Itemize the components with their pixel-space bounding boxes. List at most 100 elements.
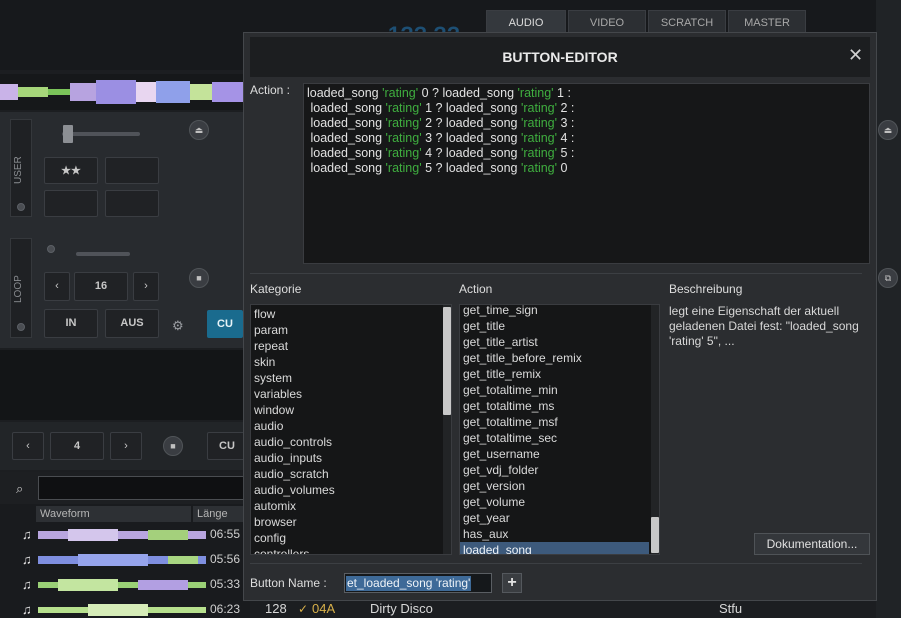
settings-gear-icon[interactable]: ⚙ [172,318,184,334]
string-literal: 'rating' [520,131,558,145]
pad-3[interactable] [44,190,98,217]
action-scrollbar-thumb[interactable] [651,517,659,553]
action-item[interactable]: get_totaltime_ms [460,398,649,414]
button-name-input[interactable]: et_loaded_song 'rating' [344,573,492,593]
track-row[interactable]: ♫ 05:56 [20,548,250,572]
mid-strip [0,350,250,420]
action-item[interactable]: get_version [460,478,649,494]
track-key: 04A [312,601,336,616]
code-token: 1 ? loaded_song [421,101,521,115]
code-token: 0 [557,161,568,175]
documentation-button[interactable]: Dokumentation... [754,533,870,555]
pitch-slider-knob[interactable] [63,125,73,143]
category-item[interactable]: flow [251,306,441,322]
category-item[interactable]: audio_inputs [251,450,441,466]
action-scrollbar[interactable] [651,305,659,554]
category-item[interactable]: system [251,370,441,386]
category-label: Kategorie [250,282,302,296]
action-item[interactable]: get_time_sign [460,305,649,318]
cue-button[interactable]: CU [207,310,243,338]
category-list[interactable]: flow param repeat skin system variables window… [250,304,452,555]
category-item[interactable]: window [251,402,441,418]
right-copy-icon[interactable]: ⧉ [878,268,898,288]
category-item[interactable]: automix [251,498,441,514]
search-input[interactable] [38,476,250,500]
action-item[interactable]: get_totaltime_sec [460,430,649,446]
category-item[interactable]: audio_volumes [251,482,441,498]
action-item[interactable]: has_aux [460,526,649,542]
action-script-editor[interactable]: loaded_song 'rating' 0 ? loaded_song 'ra… [303,83,870,264]
category-item[interactable]: audio [251,418,441,434]
track-row[interactable]: ♫ 05:33 [20,573,250,597]
loop-indicator [47,245,55,253]
track-title: Dirty Disco [370,601,433,616]
action-item[interactable]: get_year [460,510,649,526]
track-bpm: 128 [265,601,287,616]
description-text: legt eine Eigenschaft der aktuell gelade… [669,304,859,348]
track-row[interactable]: ♫ 06:55 [20,523,250,547]
dialog-title-bar: BUTTON-EDITOR ✕ [250,37,870,77]
string-literal: 'rating' [385,101,422,115]
track-length: 06:55 [210,527,241,541]
tab-audio[interactable]: AUDIO [486,10,566,34]
pitch-slider-track[interactable] [62,132,140,136]
col-waveform-header[interactable]: Waveform [36,506,191,522]
col-length-header[interactable]: Länge [193,506,250,522]
action-line: loaded_song 'rating' 0 ? loaded_song 'ra… [307,86,866,101]
action-list[interactable]: get_time_sign get_title get_title_artist ge… [459,304,660,555]
loop-prev-button[interactable]: ‹ [44,272,70,301]
eject-icon[interactable]: ⏏ [189,120,209,140]
loop-out-button[interactable]: AUS [105,309,159,338]
action-item[interactable]: get_totaltime_msf [460,414,649,430]
action-item[interactable]: get_vdj_folder [460,462,649,478]
pad-4[interactable] [105,190,159,217]
category-item[interactable]: audio_scratch [251,466,441,482]
category-item[interactable]: param [251,322,441,338]
category-item[interactable]: skin [251,354,441,370]
loop-label: LOOP [13,275,24,303]
category-item[interactable]: variables [251,386,441,402]
action-item[interactable]: get_title_before_remix [460,350,649,366]
user-label: USER [13,156,24,184]
code-token: 4 : [557,131,575,145]
loop-next-button[interactable]: › [133,272,159,301]
lower-next-button[interactable]: › [110,432,142,460]
category-item[interactable]: audio_controls [251,434,441,450]
add-button[interactable]: + [502,573,522,593]
action-item[interactable]: get_title_remix [460,366,649,382]
category-item[interactable]: config [251,530,441,546]
lower-prev-button[interactable]: ‹ [12,432,44,460]
action-item[interactable]: get_totaltime_min [460,382,649,398]
button-editor-dialog: BUTTON-EDITOR ✕ Action : loaded_song 'ra… [243,32,877,601]
code-token: loaded_song [307,116,386,130]
action-item[interactable]: get_volume [460,494,649,510]
lower-stop-icon[interactable]: ■ [163,436,183,456]
track-waveform [38,554,206,566]
track-row[interactable]: ♫ 06:23 [20,598,250,618]
tab-scratch[interactable]: SCRATCH [648,10,726,34]
loop-in-button[interactable]: IN [44,309,98,338]
category-item[interactable]: controllers [251,546,441,554]
action-line: loaded_song 'rating' 3 ? loaded_song 'ra… [307,131,866,146]
stop-icon[interactable]: ■ [189,268,209,288]
tab-video[interactable]: VIDEO [568,10,646,34]
loop-slider[interactable] [76,252,130,256]
deck-waveform[interactable] [0,74,250,110]
category-item[interactable]: browser [251,514,441,530]
pad-2[interactable] [105,157,159,184]
code-token: 0 ? loaded_song [418,86,518,100]
category-scrollbar[interactable] [443,305,451,554]
track-length: 05:56 [210,552,241,566]
action-item[interactable]: get_username [460,446,649,462]
rating-pad[interactable]: ★★ [44,157,98,184]
code-token: loaded_song [307,101,386,115]
action-item[interactable]: loaded_song [460,542,649,554]
right-eject-icon[interactable]: ⏏ [878,120,898,140]
close-icon[interactable]: ✕ [848,45,863,66]
tab-master[interactable]: MASTER [728,10,806,34]
action-item[interactable]: get_title_artist [460,334,649,350]
lower-cue-button[interactable]: CU [207,432,247,460]
category-item[interactable]: repeat [251,338,441,354]
category-scrollbar-thumb[interactable] [443,307,451,415]
action-item[interactable]: get_title [460,318,649,334]
